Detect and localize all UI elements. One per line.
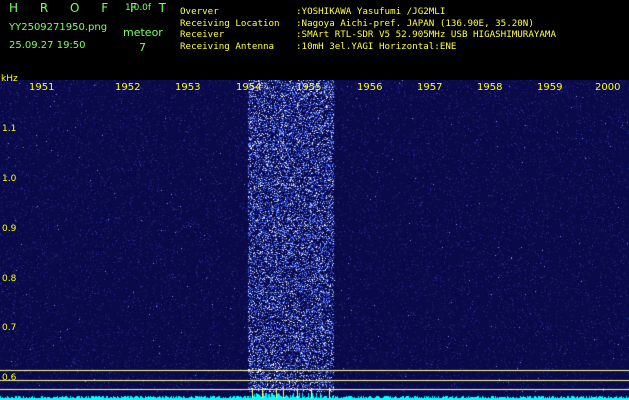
x-tick-label: 1952 <box>115 82 141 93</box>
frequency-unit-label: kHz <box>1 74 18 84</box>
info-value: :YOSHIKAWA Yasufumi /JG2MLI <box>296 6 446 17</box>
x-tick-label: 1956 <box>357 82 383 93</box>
info-row-observer: Overver :YOSHIKAWA Yasufumi /JG2MLI <box>180 6 556 18</box>
x-tick-label: 1957 <box>417 82 443 93</box>
x-tick-label: 2000 <box>595 82 621 93</box>
x-tick-label: 1955 <box>296 82 322 93</box>
station-info: Overver :YOSHIKAWA Yasufumi /JG2MLI Recei… <box>180 6 556 52</box>
x-tick-label: 1954 <box>236 82 262 93</box>
detection-count: 7 <box>139 41 146 54</box>
x-tick-label: 1953 <box>175 82 201 93</box>
x-tick-label: 1951 <box>29 82 55 93</box>
y-tick-label: 0.9 <box>2 224 17 234</box>
spectrogram-plot <box>0 80 629 400</box>
version-label: 1.0.0f <box>125 3 152 13</box>
info-row-location: Receiving Location :Nagoya Aichi-pref. JA… <box>180 18 556 30</box>
hroft-screen: H R O F F T 1.0.0f YY2509271950.png 25.0… <box>0 0 629 400</box>
info-value: :Nagoya Aichi-pref. JAPAN (136.90E, 35.2… <box>296 17 534 29</box>
info-key: Receiving Location <box>180 17 280 29</box>
y-tick-label: 1.1 <box>2 124 17 134</box>
y-tick-label: 1.0 <box>2 174 17 184</box>
file-name: YY2509271950.png <box>9 22 108 33</box>
info-row-receiver: Receiver :SMArt RTL-SDR V5 52.905MHz USB … <box>180 29 556 41</box>
info-key: Receiving Antenna <box>180 40 275 52</box>
info-row-antenna: Receiving Antenna :10mH 3el.YAGI Horizont… <box>180 41 556 53</box>
info-key: Receiver <box>180 29 225 41</box>
x-tick-label: 1959 <box>537 82 563 93</box>
y-tick-label: 0.8 <box>2 274 17 284</box>
timestamp: 25.09.27 19:50 <box>9 40 86 51</box>
x-tick-label: 1958 <box>477 82 503 93</box>
info-key: Overver <box>180 6 219 17</box>
detection-type: meteor <box>123 26 163 39</box>
y-tick-label: 0.6 <box>2 373 17 383</box>
info-value: :SMArt RTL-SDR V5 52.905MHz USB HIGASHIM… <box>296 29 556 41</box>
y-tick-label: 0.7 <box>2 323 17 333</box>
info-value: :10mH 3el.YAGI Horizontal:ENE <box>296 40 457 52</box>
